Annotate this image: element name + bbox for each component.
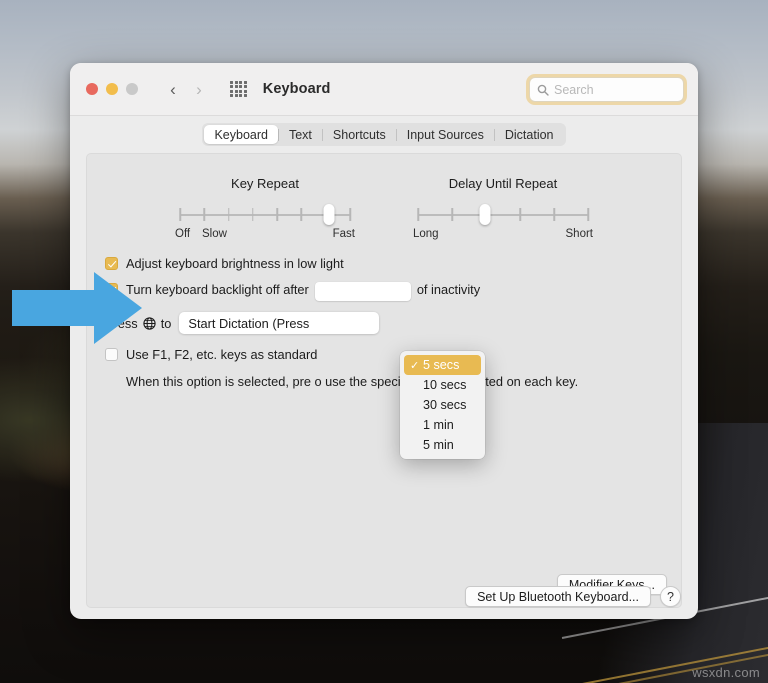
- help-button[interactable]: ?: [660, 586, 681, 607]
- dropdown-item-10-secs[interactable]: 10 secs: [404, 375, 481, 395]
- delay-tick-labels: Long Short: [414, 228, 592, 244]
- minimize-button[interactable]: [106, 83, 118, 95]
- navigation-buttons: ‹ ›: [162, 78, 210, 100]
- desktop-background: wsxdn.com ‹ › Keyboard: [0, 0, 768, 683]
- setup-bluetooth-keyboard-button[interactable]: Set Up Bluetooth Keyboard...: [465, 586, 651, 607]
- tab-shortcuts[interactable]: Shortcuts: [323, 125, 396, 144]
- check-icon: ✓: [410, 359, 423, 372]
- dropdown-item-1-min[interactable]: 1 min: [404, 415, 481, 435]
- dropdown-item-label: 10 secs: [423, 378, 466, 392]
- tab-text[interactable]: Text: [279, 125, 322, 144]
- dropdown-item-label: 5 min: [423, 438, 454, 452]
- dropdown-item-label: 30 secs: [423, 398, 466, 412]
- dictation-shortcut-row: Press to Start Dictation (Press: [105, 312, 681, 334]
- adjust-brightness-row[interactable]: Adjust keyboard brightness in low light: [105, 256, 681, 271]
- tick-label-slow: Slow: [202, 228, 227, 240]
- watermark: wsxdn.com: [692, 665, 760, 680]
- fn-keys-checkbox[interactable]: [105, 348, 118, 361]
- system-preferences-window: ‹ › Keyboard: [70, 63, 698, 619]
- dropdown-item-label: 1 min: [423, 418, 454, 432]
- tick-label-long: Long: [413, 228, 439, 240]
- tab-input-sources[interactable]: Input Sources: [397, 125, 494, 144]
- tab-keyboard[interactable]: Keyboard: [204, 125, 278, 144]
- dropdown-item-label: 5 secs: [423, 358, 459, 372]
- options-section: Adjust keyboard brightness in low light …: [87, 244, 681, 390]
- key-repeat-slider[interactable]: [176, 204, 354, 226]
- forward-chevron-icon[interactable]: ›: [188, 78, 210, 100]
- fn-keys-label: Use F1, F2, etc. keys as standard: [126, 347, 317, 362]
- dropdown-item-5-secs[interactable]: ✓ 5 secs: [404, 355, 481, 375]
- backlight-timeout-dropdown-menu[interactable]: ✓ 5 secs 10 secs 30 secs 1 min 5 min: [400, 351, 485, 459]
- backlight-off-label-after: of inactivity: [417, 282, 480, 297]
- window-titlebar: ‹ › Keyboard: [70, 63, 698, 116]
- slider-thumb[interactable]: [323, 204, 334, 225]
- close-button[interactable]: [86, 83, 98, 95]
- slider-thumb[interactable]: [480, 204, 491, 225]
- fn-keys-row[interactable]: Use F1, F2, etc. keys as standard: [105, 347, 681, 362]
- adjust-brightness-label: Adjust keyboard brightness in low light: [126, 256, 344, 271]
- search-input[interactable]: [554, 83, 676, 97]
- key-repeat-tick-labels: Off Slow Fast: [176, 228, 354, 244]
- key-repeat-slider-block: Key Repeat: [176, 176, 354, 244]
- dropdown-item-30-secs[interactable]: 30 secs: [404, 395, 481, 415]
- window-bottom-bar: Set Up Bluetooth Keyboard... ?: [465, 586, 681, 607]
- slider-section: Key Repeat: [87, 154, 681, 244]
- search-field[interactable]: [529, 77, 684, 102]
- fn-keys-description: When this option is selected, pre o use …: [126, 373, 596, 390]
- search-icon: [537, 84, 549, 96]
- tick-label-short: Short: [566, 228, 594, 240]
- tick-label-off: Off: [175, 228, 190, 240]
- dictation-popup-button[interactable]: Start Dictation (Press: [179, 312, 379, 334]
- keyboard-settings-panel: Key Repeat: [86, 153, 682, 608]
- dictation-middle-label: to: [161, 316, 172, 331]
- dropdown-item-5-min[interactable]: 5 min: [404, 435, 481, 455]
- backlight-off-row[interactable]: Turn keyboard backlight off after of ina…: [105, 282, 681, 301]
- globe-icon: [143, 317, 156, 330]
- slider-ticks: [418, 208, 588, 222]
- key-repeat-label: Key Repeat: [176, 176, 354, 191]
- zoom-button: [126, 83, 138, 95]
- backlight-off-label-before: Turn keyboard backlight off after: [126, 282, 309, 297]
- back-chevron-icon[interactable]: ‹: [162, 78, 184, 100]
- delay-until-repeat-slider[interactable]: [414, 204, 592, 226]
- tick-label-fast: Fast: [333, 228, 355, 240]
- tab-dictation[interactable]: Dictation: [495, 125, 564, 144]
- tab-group: Keyboard Text Shortcuts Input Sources Di…: [202, 123, 565, 146]
- backlight-timeout-popup-button[interactable]: [315, 282, 411, 301]
- show-all-grid-icon[interactable]: [230, 81, 247, 98]
- delay-until-repeat-slider-block: Delay Until Repeat: [414, 176, 592, 244]
- tab-bar: Keyboard Text Shortcuts Input Sources Di…: [70, 116, 698, 153]
- annotation-arrow-icon: [12, 272, 142, 344]
- page-title: Keyboard: [263, 81, 331, 97]
- delay-until-repeat-label: Delay Until Repeat: [414, 176, 592, 191]
- traffic-lights: [86, 83, 138, 95]
- adjust-brightness-checkbox[interactable]: [105, 257, 118, 270]
